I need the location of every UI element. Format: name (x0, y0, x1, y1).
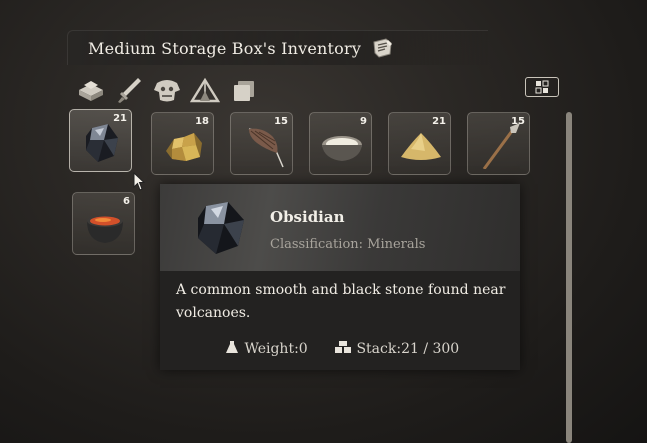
spear-icon (482, 123, 520, 169)
gold-ore-icon (166, 133, 202, 161)
mouse-cursor-icon (133, 172, 146, 191)
weight-icon (226, 341, 238, 353)
weight-stat: Weight:0 (224, 340, 308, 357)
inventory-slot-spear[interactable]: 15 (467, 112, 530, 175)
stack-value: 21 / 300 (401, 341, 460, 357)
feather-icon (248, 128, 284, 168)
inventory-slot-powder[interactable]: 21 (388, 112, 451, 175)
obsidian-icon (198, 202, 244, 254)
tooltip-header: Obsidian Classification: Minerals (160, 184, 520, 271)
sort-button[interactable] (525, 77, 559, 97)
item-count: 21 (113, 113, 127, 124)
tooltip-item-name: Obsidian (270, 208, 345, 226)
item-count: 21 (432, 116, 446, 127)
inventory-scrollbar[interactable] (566, 112, 572, 443)
inventory-slot-bowl[interactable]: 9 (309, 112, 372, 175)
crafting-scroll-icon[interactable] (371, 36, 395, 60)
inventory-title: Medium Storage Box's Inventory (88, 39, 362, 58)
inventory-slot-cauldron[interactable]: 6 (72, 192, 135, 255)
sort-grid-icon (535, 80, 549, 94)
item-count: 9 (360, 116, 367, 127)
item-tooltip: Obsidian Classification: Minerals A comm… (160, 184, 520, 370)
inventory-slot-feather[interactable]: 15 (230, 112, 293, 175)
stack-stat: Stack:21 / 300 (334, 340, 459, 357)
item-count: 15 (274, 116, 288, 127)
building-materials-icon[interactable] (76, 76, 106, 104)
weight-label: Weight: (244, 341, 299, 357)
item-count: 15 (511, 116, 525, 127)
camp-icon[interactable] (189, 76, 221, 104)
inventory-slot-gold-ore[interactable]: 18 (151, 112, 214, 175)
weapons-icon[interactable] (116, 76, 146, 104)
inventory-slot-obsidian[interactable]: 21 (69, 109, 132, 172)
misc-items-icon[interactable] (229, 76, 259, 104)
obsidian-icon (86, 124, 118, 162)
armor-icon[interactable] (152, 76, 182, 104)
powder-pile-icon (401, 133, 441, 160)
cauldron-icon (87, 215, 123, 243)
stack-icon (335, 341, 351, 353)
item-count: 18 (195, 116, 209, 127)
bowl-icon (322, 136, 362, 161)
stack-label: Stack: (356, 341, 402, 357)
tooltip-classification: Classification: Minerals (270, 237, 426, 252)
weight-value: 0 (298, 341, 308, 357)
tooltip-description: A common smooth and black stone found ne… (176, 282, 506, 321)
item-count: 6 (123, 196, 130, 207)
inventory-header: Medium Storage Box's Inventory (67, 30, 488, 65)
